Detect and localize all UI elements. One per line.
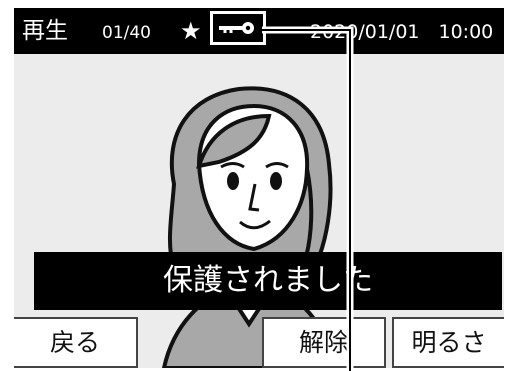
release-button[interactable]: 解除 [262,317,386,368]
back-button[interactable]: 戻る [14,317,138,368]
key-icon [210,11,266,45]
camera-screen: 再生 01/40 ★ 2020/01/01 10:00 保護されました 戻る 解… [14,8,504,368]
image-counter: 01/40 [102,23,151,43]
playback-mode-label: 再生 [22,18,68,44]
protected-message: 保護されました [34,252,502,310]
star-icon: ★ [180,17,202,45]
status-bar: 再生 01/40 ★ 2020/01/01 10:00 [14,8,504,54]
brightness-button[interactable]: 明るさ [392,317,504,368]
datetime-display: 2020/01/01 10:00 [310,21,494,43]
